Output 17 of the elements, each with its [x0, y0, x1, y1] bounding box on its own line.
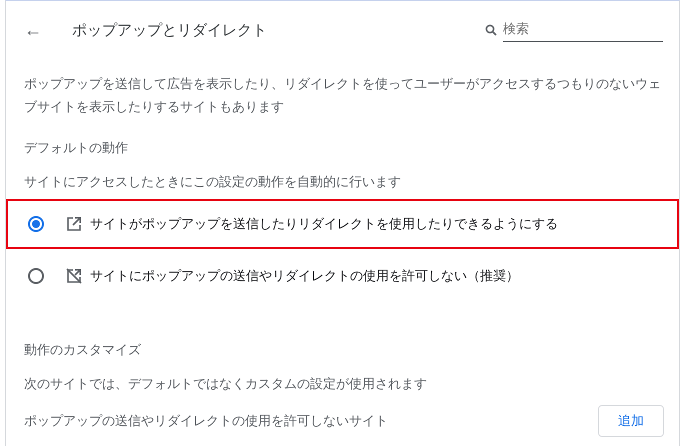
list-title: ポップアップの送信やリダイレクトの使用を許可しないサイト	[24, 413, 388, 430]
add-button[interactable]: 追加	[598, 405, 664, 437]
section-subtitle: 次のサイトでは、デフォルトではなくカスタムの設定が使用されます	[24, 376, 428, 393]
page-title: ポップアップとリダイレクト	[72, 20, 268, 40]
back-button[interactable]: ←	[20, 21, 46, 39]
section-heading: デフォルトの動作	[24, 140, 129, 157]
open-in-new-icon	[66, 216, 82, 232]
blocked-open-icon	[66, 268, 82, 284]
option-label: サイトにポップアップの送信やリダイレクトの使用を許可しない（推奨）	[90, 268, 519, 285]
radio-button[interactable]	[28, 216, 44, 232]
description-text: ポップアップを送信して広告を表示したり、リダイレクトを使ってユーザーがアクセスするつもりのないウェブサイトを表示したりするサイトもあります	[24, 76, 662, 117]
section-subtitle: サイトにアクセスしたときにこの設定の動作を自動的に行います	[24, 174, 402, 191]
section-heading: 動作のカスタマイズ	[24, 342, 142, 359]
radio-button[interactable]	[28, 268, 44, 284]
search-field[interactable]: 検索	[503, 18, 663, 42]
search-icon	[485, 24, 497, 36]
option-label: サイトがポップアップを送信したりリダイレクトを使用したりできるようにする	[90, 216, 558, 233]
